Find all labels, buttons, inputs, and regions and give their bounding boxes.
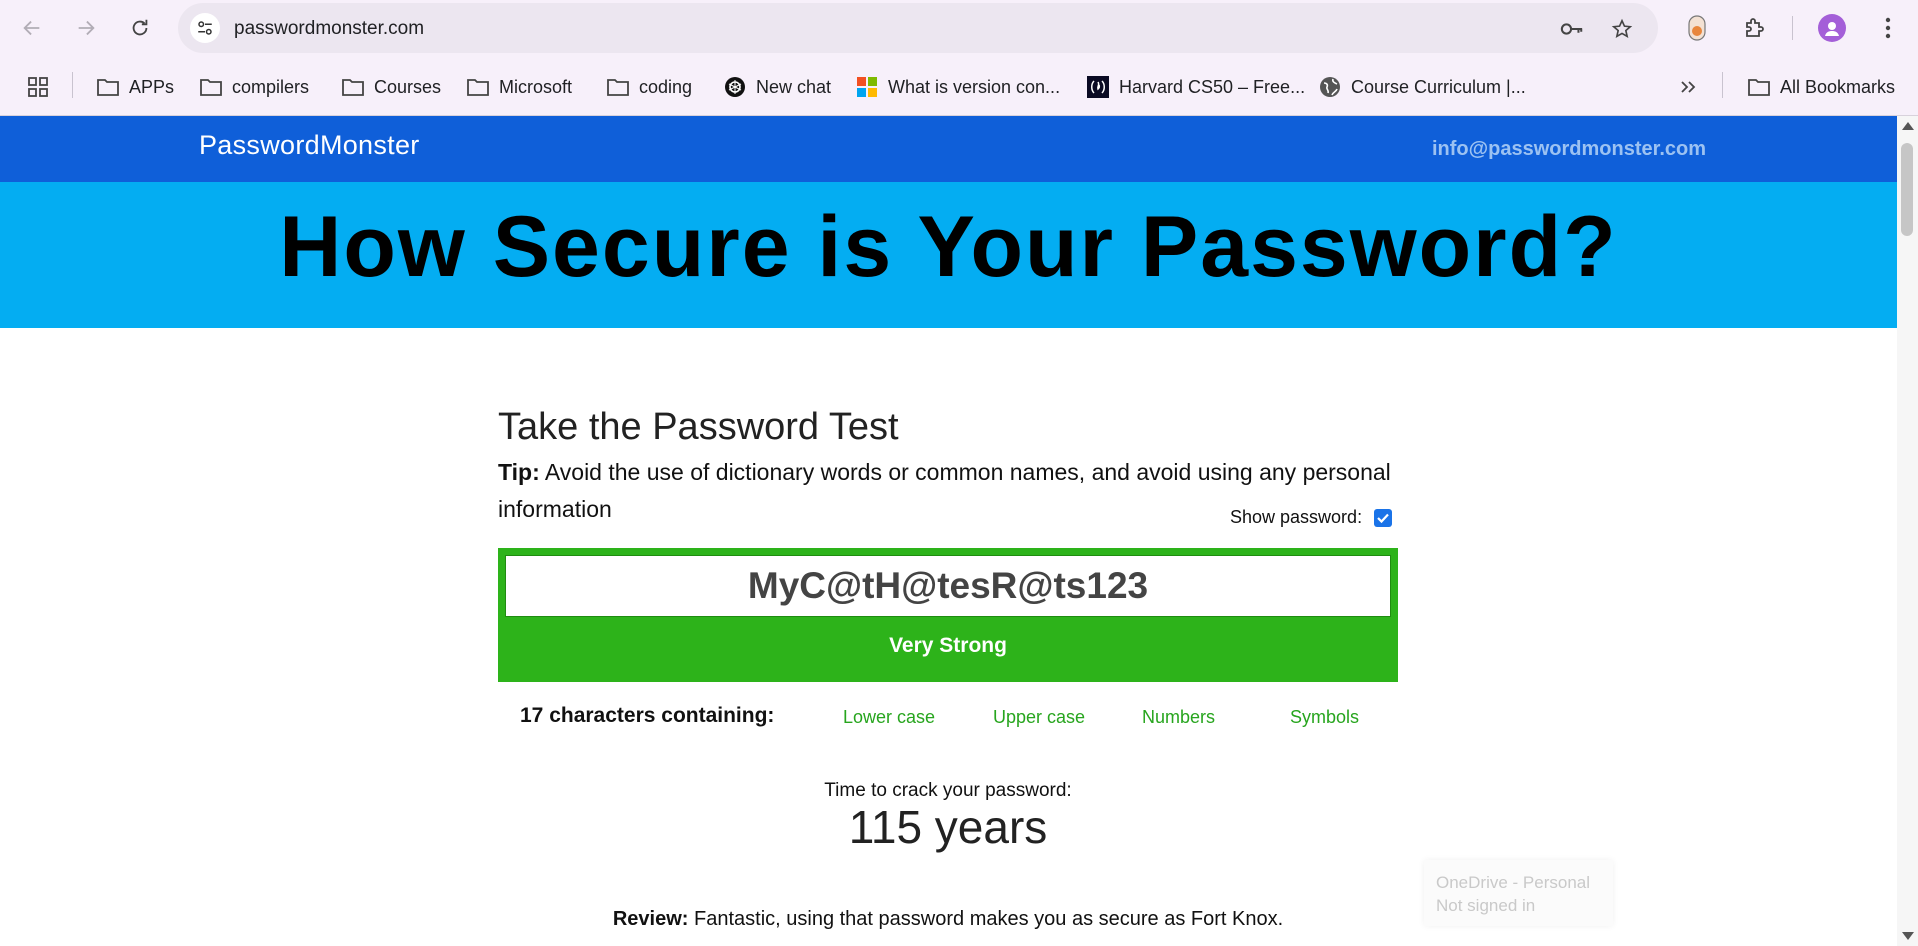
apps-grid-icon [26, 75, 50, 99]
show-password-checkbox[interactable] [1374, 508, 1393, 527]
password-input[interactable]: MyC@tH@tesR@ts123 [505, 555, 1391, 617]
url-text[interactable]: passwordmonster.com [234, 18, 424, 40]
forward-arrow-icon [78, 20, 95, 36]
bookmark-new-chat[interactable]: New chat [723, 72, 831, 102]
strength-meter: MyC@tH@tesR@ts123 Very Strong [498, 548, 1398, 682]
bookmark-label: Courses [374, 76, 442, 97]
char-type-symbols: Symbols [1290, 707, 1360, 727]
checkmark-icon [1377, 513, 1389, 523]
hero-banner: How Secure is Your Password? [0, 182, 1897, 328]
scrollbar-thumb[interactable] [1901, 143, 1913, 236]
microsoft-logo-icon [855, 75, 879, 99]
bookmark-harvard-cs50[interactable]: Harvard CS50 – Free... [1086, 72, 1305, 102]
profile-avatar[interactable] [1818, 14, 1846, 42]
back-button[interactable] [15, 11, 49, 45]
bookmark-label: Microsoft [499, 76, 573, 97]
bookmark-label: What is version con... [888, 76, 1061, 97]
apps-grid-button[interactable] [26, 72, 50, 102]
bookmark-courses[interactable]: Courses [341, 72, 441, 102]
freecodecamp-icon [1086, 75, 1110, 99]
tune-icon [198, 21, 212, 35]
site-header: PasswordMonster info@passwordmonster.com [0, 116, 1897, 182]
bookmarks-divider [1722, 72, 1723, 98]
all-bookmarks-button[interactable]: All Bookmarks [1747, 72, 1895, 102]
browser-toolbar: passwordmonster.com [0, 0, 1918, 58]
kebab-menu-icon [1885, 17, 1891, 39]
bookmark-version-control[interactable]: What is version con... [855, 72, 1060, 102]
bookmark-label: Course Curriculum |... [1351, 76, 1526, 97]
reload-icon [132, 19, 148, 36]
folder-icon [466, 75, 490, 99]
folder-icon [96, 75, 120, 99]
back-arrow-icon [23, 20, 40, 36]
onedrive-status: Not signed in [1436, 896, 1536, 915]
browser-menu-button[interactable] [1874, 14, 1902, 42]
all-bookmarks-label: All Bookmarks [1780, 76, 1896, 97]
folder-icon [1747, 75, 1771, 99]
chatgpt-icon [723, 75, 747, 99]
globe-icon [1318, 75, 1342, 99]
char-type-numbers: Numbers [1142, 707, 1216, 727]
extension-toggle-icon [1688, 15, 1706, 41]
extension-button[interactable] [1683, 14, 1711, 42]
scroll-up-arrow-icon[interactable] [1902, 122, 1914, 130]
more-bookmarks-button[interactable] [1676, 72, 1700, 102]
web-page: PasswordMonster info@passwordmonster.com… [0, 116, 1897, 946]
bookmark-label: APPs [129, 76, 175, 97]
page-scrollbar[interactable] [1897, 116, 1918, 946]
bookmark-compilers[interactable]: compilers [199, 72, 309, 102]
review-body: Fantastic, using that password makes you… [688, 908, 1284, 930]
bookmark-label: Harvard CS50 – Free... [1119, 76, 1306, 97]
review-label: Review: [612, 908, 689, 930]
bookmark-coding[interactable]: coding [606, 72, 692, 102]
star-icon [1611, 18, 1633, 38]
char-type-lowercase: Lower case [843, 707, 936, 727]
show-password-label: Show password: [1230, 507, 1363, 527]
bookmarks-divider [72, 72, 73, 98]
key-icon [1560, 23, 1583, 35]
crack-time-label: Time to crack your password: [824, 780, 1072, 801]
address-bar[interactable]: passwordmonster.com [178, 3, 1658, 53]
puzzle-icon [1746, 18, 1764, 37]
extensions-menu-button[interactable] [1740, 14, 1768, 42]
char-type-uppercase: Upper case [993, 707, 1086, 727]
onedrive-notification[interactable]: OneDrive - Personal Not signed in [1424, 860, 1613, 926]
bookmark-star-button[interactable] [1610, 17, 1634, 41]
scroll-down-arrow-icon[interactable] [1902, 932, 1914, 940]
bookmark-course-curriculum[interactable]: Course Curriculum |... [1318, 72, 1526, 102]
folder-icon [199, 75, 223, 99]
reload-button[interactable] [123, 11, 157, 45]
crack-time-value: 115 years [848, 801, 1048, 853]
hero-title: How Secure is Your Password? [279, 199, 1618, 295]
folder-icon [606, 75, 630, 99]
bookmark-microsoft[interactable]: Microsoft [466, 72, 572, 102]
review-text: Review: Fantastic, using that password m… [498, 908, 1398, 931]
bookmark-apps[interactable]: APPs [96, 72, 174, 102]
bookmark-label: New chat [756, 76, 832, 97]
show-password-toggle[interactable]: Show password: [1230, 507, 1393, 528]
bookmark-label: coding [639, 76, 693, 97]
avatar-icon [1825, 22, 1839, 36]
tip-label: Tip: [498, 459, 540, 485]
site-brand-link[interactable]: PasswordMonster [199, 130, 420, 161]
toolbar-divider [1792, 16, 1793, 40]
forward-button[interactable] [69, 11, 103, 45]
site-info-button[interactable] [190, 13, 220, 43]
bookmarks-bar: APPs compilers Courses Microsoft coding … [0, 58, 1918, 116]
contact-email-link[interactable]: info@passwordmonster.com [1432, 138, 1706, 161]
double-chevron-right-icon [1676, 75, 1700, 99]
folder-icon [341, 75, 365, 99]
characters-summary: 17 characters containing: [520, 704, 775, 727]
strength-label: Very Strong [889, 634, 1007, 657]
section-title: Take the Password Test [498, 406, 899, 448]
onedrive-title: OneDrive - Personal [1436, 873, 1591, 892]
password-key-button[interactable] [1560, 17, 1584, 41]
bookmark-label: compilers [232, 76, 310, 97]
